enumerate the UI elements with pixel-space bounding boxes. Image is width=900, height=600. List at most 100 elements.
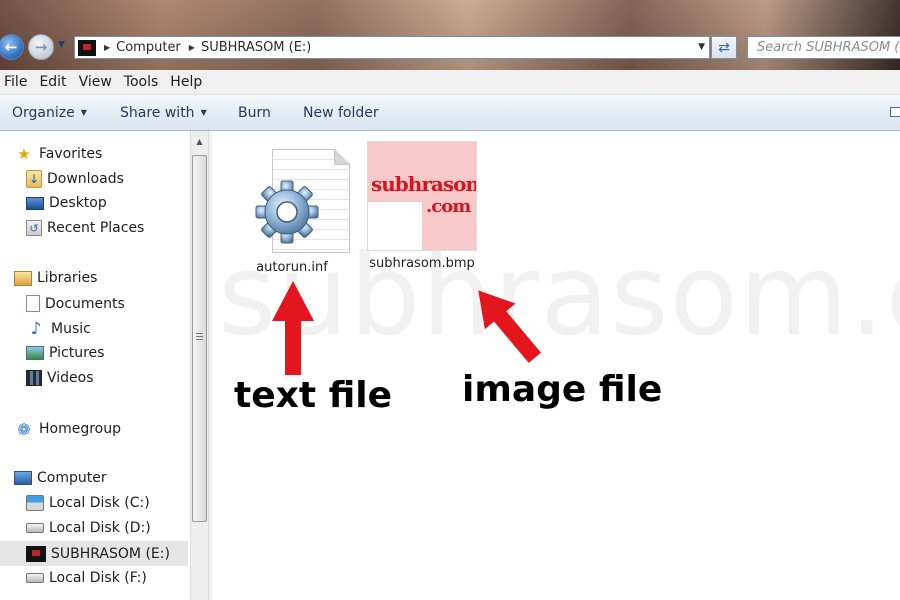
address-bar[interactable]: ▶ Computer ▶ SUBHRASOM (E:) ▼ (74, 36, 710, 59)
settings-file-icon (252, 145, 350, 255)
nav-favorites[interactable]: ★ Favorites (14, 145, 102, 163)
breadcrumb-computer[interactable]: Computer (116, 40, 181, 55)
page-fold (334, 149, 350, 165)
pictures-icon (26, 346, 44, 360)
nav-item-label: Documents (45, 295, 125, 312)
nav-item-videos[interactable]: Videos (26, 370, 94, 386)
search-placeholder: Search SUBHRASOM (E:) (757, 40, 900, 55)
new-folder-label: New folder (303, 104, 379, 121)
command-bar: Organize ▼ Share with ▼ Burn New folder (0, 95, 900, 131)
red-arrow-up-icon (272, 281, 314, 375)
nav-favorites-label: Favorites (39, 146, 103, 162)
hard-drive-icon (26, 523, 44, 533)
arrow-right-icon: → (34, 38, 48, 56)
nav-item-label: Recent Places (47, 220, 145, 236)
nav-item-local-disk-f[interactable]: Local Disk (F:) (26, 570, 147, 586)
nav-computer-label: Computer (37, 470, 107, 486)
nav-item-recent-places[interactable]: ↺ Recent Places (26, 220, 144, 236)
grip-icon (196, 333, 203, 340)
red-arrow-up-left-icon (478, 290, 541, 363)
menu-view[interactable]: View (76, 74, 121, 90)
arrow-left-icon: ← (4, 38, 18, 56)
usb-drive-icon (26, 545, 46, 562)
window-title-area: ← → ▼ ▶ Computer ▶ SUBHRASOM (E:) ▼ ⇄ Se… (0, 0, 900, 70)
organize-label: Organize (12, 104, 75, 121)
nav-item-label: Music (51, 321, 91, 337)
file-item-subhrasom-bmp[interactable]: subhrasom .com subhrasom.bmp (362, 141, 482, 271)
menu-help[interactable]: Help (167, 74, 211, 90)
bitmap-image-icon: subhrasom .com (367, 141, 477, 251)
file-list-area[interactable]: subhrasom.com (212, 131, 900, 600)
film-strip-icon (26, 370, 42, 386)
libraries-icon (14, 270, 32, 286)
nav-computer[interactable]: Computer (14, 470, 107, 486)
burn-label: Burn (238, 104, 271, 121)
menu-file[interactable]: File (0, 74, 36, 90)
nav-libraries[interactable]: Libraries (14, 270, 97, 286)
nav-homegroup[interactable]: ❁ Homegroup (14, 419, 122, 439)
chevron-down-icon[interactable]: ▼ (698, 42, 705, 52)
change-view-icon[interactable] (890, 107, 900, 117)
share-with-button[interactable]: Share with ▼ (120, 105, 207, 121)
navigation-pane: ★ Favorites ↓ Downloads Desktop ↺ Recent… (0, 131, 190, 600)
forward-button[interactable]: → (28, 34, 54, 60)
breadcrumb-drive[interactable]: SUBHRASOM (E:) (201, 40, 311, 55)
nav-homegroup-label: Homegroup (39, 421, 122, 437)
scroll-up-arrow-icon[interactable]: ▲ (192, 134, 207, 150)
nav-item-label: Local Disk (F:) (49, 570, 147, 586)
nav-item-pictures[interactable]: Pictures (26, 345, 104, 361)
navigation-scrollbar[interactable]: ▲ (190, 131, 208, 600)
nav-item-local-disk-c[interactable]: Local Disk (C:) (26, 495, 150, 511)
documents-icon (26, 295, 40, 312)
new-folder-button[interactable]: New folder (303, 105, 379, 121)
nav-item-downloads[interactable]: ↓ Downloads (26, 170, 124, 188)
file-item-autorun[interactable]: autorun.inf (232, 145, 352, 275)
nav-item-label: Videos (47, 370, 94, 386)
computer-icon (14, 471, 32, 485)
background-photo (0, 0, 900, 70)
search-input[interactable]: Search SUBHRASOM (E:) (747, 36, 900, 59)
file-name: autorun.inf (256, 260, 328, 275)
menu-edit[interactable]: Edit (36, 74, 75, 90)
nav-item-subhrasom-e[interactable]: SUBHRASOM (E:) (0, 541, 188, 566)
chevron-right-icon[interactable]: ▶ (104, 43, 110, 52)
annotation-text-file: text file (234, 375, 393, 416)
nav-item-label: Desktop (49, 195, 107, 211)
nav-item-label: Local Disk (D:) (49, 520, 151, 536)
file-name: subhrasom.bmp (369, 256, 475, 271)
nav-libraries-label: Libraries (37, 270, 98, 286)
share-with-label: Share with (120, 104, 195, 121)
homegroup-icon: ❁ (17, 419, 31, 439)
chevron-down-icon: ▼ (200, 108, 207, 117)
nav-item-desktop[interactable]: Desktop (26, 195, 107, 211)
thumbnail-white-block (368, 202, 422, 250)
nav-item-label: Local Disk (C:) (49, 495, 150, 511)
desktop-icon (26, 196, 44, 210)
gear-icon (255, 180, 319, 244)
system-drive-icon (26, 495, 44, 511)
burn-button[interactable]: Burn (238, 105, 271, 121)
annotation-image-file: image file (462, 369, 663, 410)
chevron-right-icon[interactable]: ▶ (189, 43, 195, 52)
star-icon: ★ (17, 145, 31, 163)
thumbnail-text: subhrasom (371, 172, 477, 196)
scrollbar-thumb[interactable] (192, 155, 207, 522)
nav-item-local-disk-d[interactable]: Local Disk (D:) (26, 520, 151, 536)
menu-bar: File Edit View Tools Help (0, 70, 900, 95)
thumbnail-text: .com (426, 196, 471, 217)
usb-drive-icon (78, 39, 96, 56)
recent-pages-dropdown[interactable]: ▼ (58, 40, 65, 50)
chevron-down-icon: ▼ (80, 108, 87, 117)
music-note-icon: ♪ (30, 319, 42, 339)
organize-button[interactable]: Organize ▼ (12, 105, 87, 121)
nav-item-documents[interactable]: Documents (26, 295, 125, 312)
downloads-folder-icon: ↓ (26, 170, 42, 188)
nav-item-label: SUBHRASOM (E:) (51, 545, 170, 562)
nav-item-label: Downloads (47, 171, 124, 187)
refresh-button[interactable]: ⇄ (711, 36, 737, 59)
refresh-icon: ⇄ (718, 39, 730, 56)
recent-places-icon: ↺ (26, 220, 42, 236)
menu-tools[interactable]: Tools (121, 74, 168, 90)
hard-drive-icon (26, 573, 44, 583)
nav-item-music[interactable]: ♪ Music (26, 319, 91, 339)
